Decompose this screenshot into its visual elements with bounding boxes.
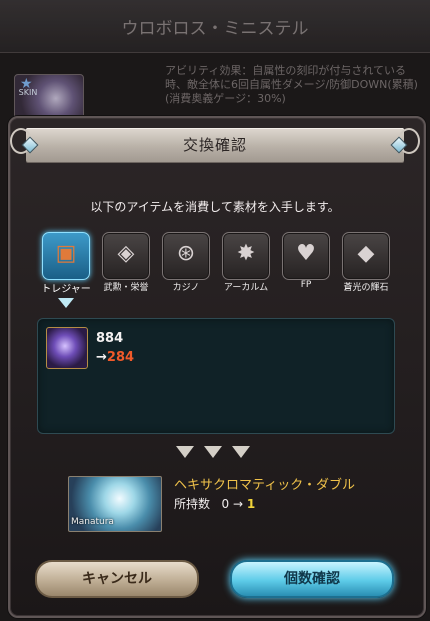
consumed-item-count: 884 [96,331,124,346]
confirm-quantity-button[interactable]: 個数確認 [230,560,394,598]
tab-arcarum[interactable]: ✸ アーカルム [220,232,272,296]
arrow-text: → [96,350,107,365]
instruction-text: 以下のアイテムを消費して素材を入手します。 [90,200,340,214]
star-burst-icon: ✸ [236,241,256,266]
result-item-tag: Manatura [71,517,114,527]
down-arrows [176,446,256,460]
owned-before: 0 [221,497,230,511]
tab-label: FP [300,280,312,290]
tab-fp[interactable]: ♥ FP [280,232,332,296]
cancel-button[interactable]: キャンセル [35,560,199,598]
tab-label: カジノ [172,283,200,293]
tab-treasure[interactable]: ▣ トレジャー [40,232,92,296]
consumed-item-icon [46,327,88,369]
tab-label: 武勲・栄誉 [103,283,149,293]
consumed-item-panel [37,318,395,434]
result-item-name: ヘキサクロマティック・ダブル [174,478,355,493]
medal-icon: ◈ [117,241,135,266]
result-owned-count: 所持数 0 → 1 [174,495,255,512]
chest-icon: ▣ [55,241,77,266]
tab-label: 蒼光の輝石 [343,283,389,293]
owned-after: 1 [246,497,256,511]
dialog-title: 交換確認 [182,136,247,154]
down-arrow-icon [176,446,194,458]
tab-label: アーカルム [223,283,269,293]
owned-arrow: → [232,497,243,511]
down-arrow-icon [232,446,250,458]
heart-icon: ♥ [296,241,316,266]
active-tab-pointer-icon [58,298,74,308]
crystal-icon: ◆ [357,241,375,266]
tab-medals[interactable]: ◈ 武勲・栄誉 [100,232,152,296]
owned-label: 所持数 [174,497,211,511]
down-arrow-icon [204,446,222,458]
tab-casino[interactable]: ⊛ カジノ [160,232,212,296]
tab-crystal[interactable]: ◆ 蒼光の輝石 [340,232,392,296]
consumed-item-remaining: →284 [96,350,134,365]
casino-chip-icon: ⊛ [176,241,196,266]
tab-label: トレジャー [41,284,91,295]
remaining-count: 284 [106,350,135,365]
